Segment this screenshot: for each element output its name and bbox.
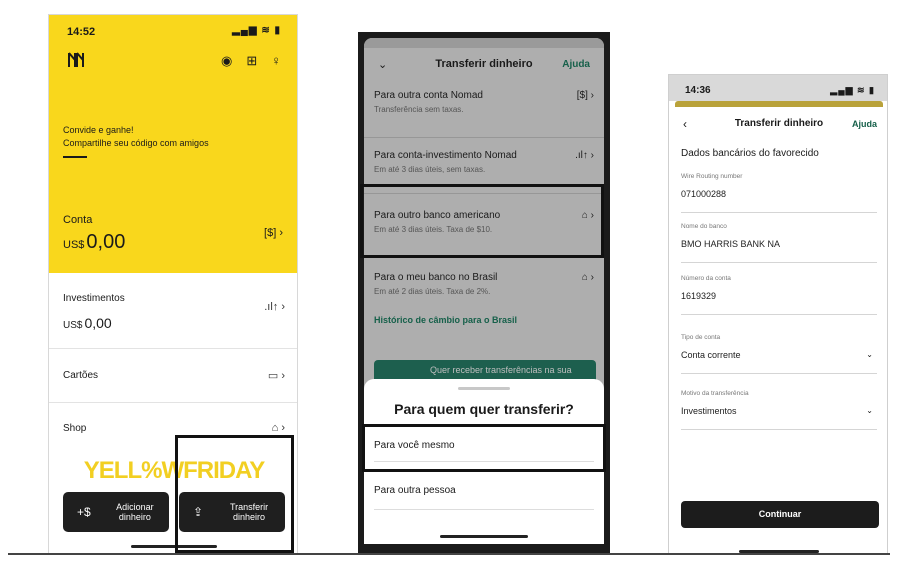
- gift-icon[interactable]: ⊞: [246, 53, 257, 69]
- status-time: 14:52: [67, 26, 96, 38]
- investments-label: Investimentos: [63, 293, 125, 304]
- bank-details-screen: 14:36 ▂▄▆ ≋ ▮ ‹ Transferir dinheiro Ajud…: [668, 74, 888, 555]
- option-title: Para conta-investimento Nomad: [374, 150, 517, 161]
- account-currency: US$: [63, 239, 85, 251]
- user-icon[interactable]: ♀: [271, 53, 281, 69]
- card-icon: ▭ ›: [267, 370, 285, 382]
- eye-icon[interactable]: ◉: [221, 53, 232, 69]
- account-amount: 0,00: [86, 231, 126, 253]
- transfer-reason-select[interactable]: Motivo da transferência Investimentos ⌄: [681, 390, 877, 430]
- field-label: Motivo da transferência: [681, 390, 749, 397]
- field-label: Número da conta: [681, 275, 731, 282]
- add-money-label: Adicionar dinheiro: [116, 502, 154, 522]
- sheet-handle[interactable]: [458, 387, 510, 390]
- bank-name-field[interactable]: Nome do banco BMO HARRIS BANK NA: [681, 223, 877, 263]
- transfer-options-screen: ⌄ Transferir dinheiro Ajuda Para outra c…: [358, 32, 610, 555]
- investments-balance: US$ 0,00: [63, 315, 112, 331]
- field-value: Investimentos: [681, 406, 737, 416]
- add-money-icon: +$: [77, 505, 91, 519]
- section-title: Dados bancários do favorecido: [681, 148, 819, 159]
- account-balance: US$ 0,00: [63, 231, 125, 254]
- exchange-history-link[interactable]: Histórico de câmbio para o Brasil: [374, 315, 517, 325]
- routing-number-field[interactable]: Wire Routing number 071000288: [681, 173, 877, 213]
- status-time: 14:36: [685, 85, 711, 96]
- chevron-down-icon: ⌄: [866, 406, 873, 415]
- investments-currency: US$: [63, 320, 83, 331]
- investments-row[interactable]: Investimentos .ıl↑ ›: [49, 273, 297, 349]
- divider: [374, 509, 594, 510]
- account-type-select[interactable]: Tipo de conta Conta corrente ⌄: [681, 334, 877, 374]
- add-money-button[interactable]: +$ Adicionar dinheiro: [63, 492, 169, 532]
- option-brazil-bank[interactable]: Para o meu banco no Brasil Em até 2 dias…: [364, 256, 604, 356]
- field-label: Tipo de conta: [681, 334, 721, 341]
- home-icon: ⌂ ›: [581, 272, 594, 283]
- option-subtitle: Em até 2 dias úteis. Taxa de 2%.: [374, 287, 491, 296]
- invite-subtitle: Compartilhe seu código com amigos: [63, 138, 209, 148]
- help-link[interactable]: Ajuda: [562, 59, 590, 70]
- logo-icon: [68, 52, 84, 67]
- field-value: 1619329: [681, 291, 717, 301]
- chart-icon: .ıl↑ ›: [264, 301, 285, 313]
- option-title: Para outra conta Nomad: [374, 90, 483, 101]
- status-icons: ▂▄▆ ≋ ▮: [830, 85, 875, 95]
- home-screen: 14:52 ▂▄▆ ≋ ▮ ◉ ⊞ ♀ Convide e ganhe! Com…: [48, 14, 298, 555]
- invite-title[interactable]: Convide e ganhe!: [63, 125, 134, 135]
- chart-icon: .ıl↑ ›: [575, 150, 594, 161]
- highlight-box: [175, 435, 294, 553]
- field-value: BMO HARRIS BANK NA: [681, 239, 781, 249]
- option-title: Para o meu banco no Brasil: [374, 272, 498, 283]
- home-indicator: [440, 535, 528, 538]
- field-label: Nome do banco: [681, 223, 727, 230]
- dollar-icon: [$] ›: [576, 90, 594, 101]
- account-label[interactable]: Conta: [63, 214, 92, 226]
- cards-row[interactable]: Cartões ▭ ›: [49, 349, 297, 403]
- option-subtitle: Transferência sem taxas.: [374, 105, 464, 114]
- cards-label: Cartões: [63, 370, 99, 381]
- continue-button[interactable]: Continuar: [681, 501, 879, 528]
- chevron-down-icon: ⌄: [866, 350, 873, 359]
- account-number-field[interactable]: Número da conta 1619329: [681, 275, 877, 315]
- invite-underline: [63, 156, 87, 158]
- field-label: Wire Routing number: [681, 173, 743, 180]
- status-icons: ▂▄▆ ≋ ▮: [232, 25, 281, 36]
- field-value: Conta corrente: [681, 350, 741, 360]
- highlight-box: [360, 184, 604, 258]
- top-band: [364, 38, 604, 48]
- bag-icon: ⌂ ›: [271, 422, 285, 434]
- investments-amount: 0,00: [84, 315, 112, 331]
- option-other-person[interactable]: Para outra pessoa: [374, 485, 456, 496]
- help-link[interactable]: Ajuda: [852, 119, 877, 129]
- sheet-title: Para quem quer transferir?: [394, 401, 574, 417]
- header-strip: [675, 101, 883, 107]
- option-nomad-account[interactable]: Para outra conta Nomad Transferência sem…: [364, 78, 604, 138]
- field-value: 071000288: [681, 189, 727, 199]
- dollar-icon[interactable]: [$] ›: [264, 227, 283, 239]
- bottom-divider: [8, 553, 890, 555]
- option-subtitle: Em até 3 dias úteis, sem taxas.: [374, 165, 486, 174]
- shop-label: Shop: [63, 423, 87, 434]
- highlight-box: [362, 424, 606, 472]
